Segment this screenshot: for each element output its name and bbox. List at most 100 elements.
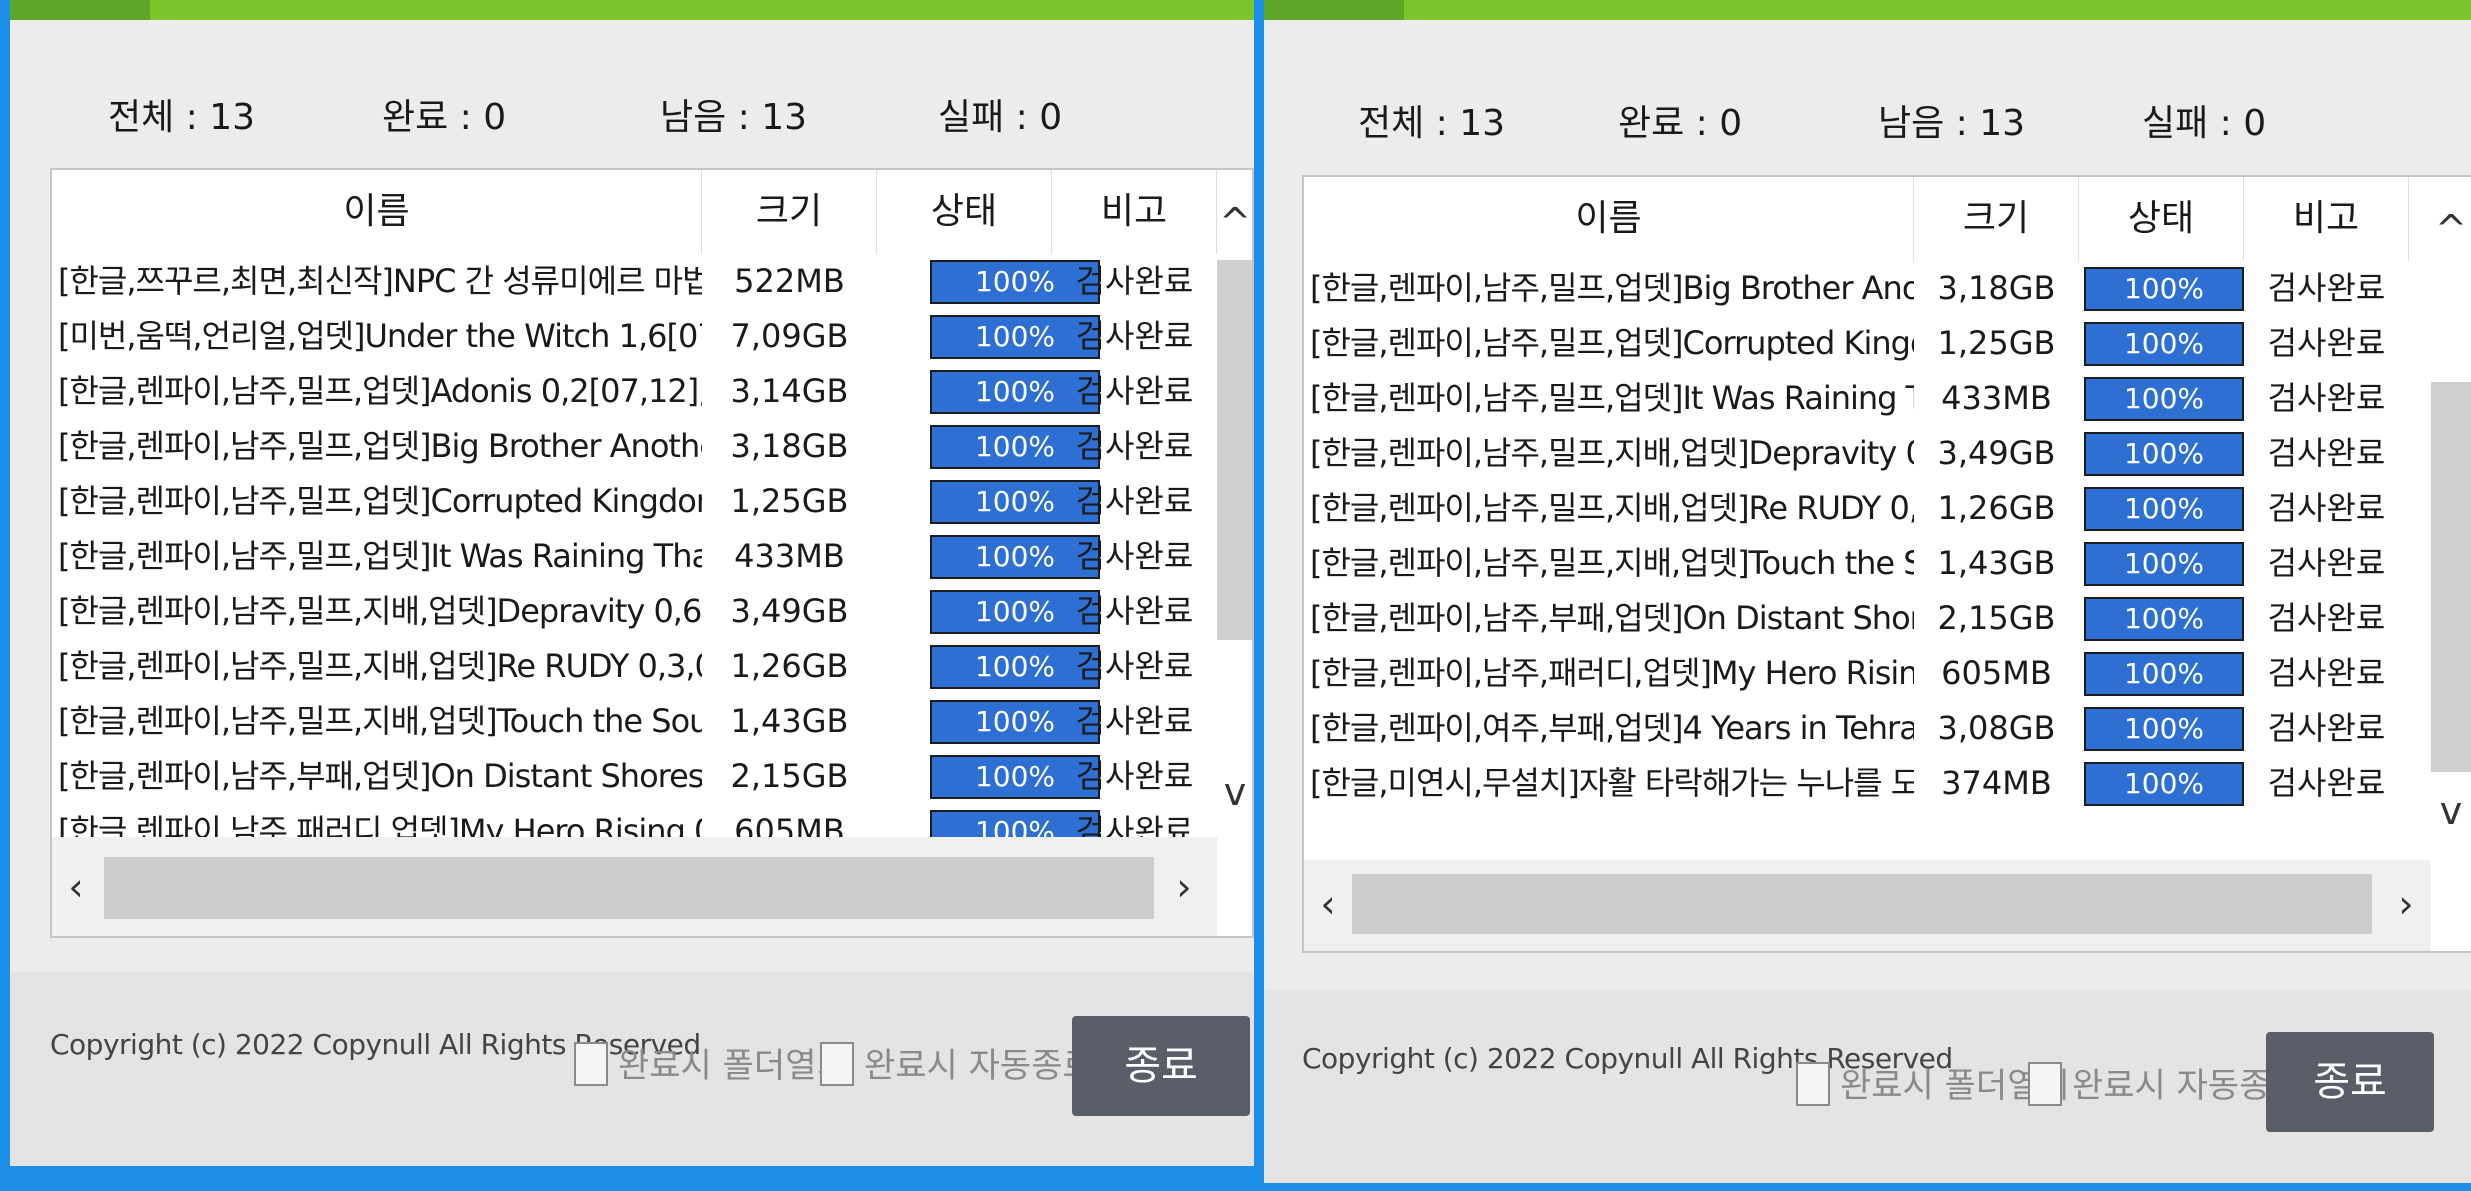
vertical-scroll-thumb[interactable] (1217, 260, 1252, 640)
table-row[interactable]: [한글,렌파이,남주,밀프,지배,업뎃]Touch the Soul 0,3[0… (52, 694, 1252, 749)
file-size: 374MB (1941, 764, 2052, 802)
table-row[interactable]: [한글,렌파이,남주,밀프,지배,업뎃]Depravity 0,61[07,12… (52, 584, 1252, 639)
file-name: [한글,렌파이,남주,패러디,업뎃]My Hero Rising 0,35[07… (1310, 654, 1914, 692)
scroll-up-icon[interactable]: ^ (1213, 200, 1252, 244)
column-header-name[interactable]: 이름 (52, 170, 702, 254)
exit-button[interactable]: 종료 (2266, 1032, 2434, 1132)
horizontal-scrollbar[interactable]: ‹ › (52, 837, 1217, 936)
file-status-note: 검사완료 (1075, 537, 1194, 575)
column-header-note[interactable]: 비고 (2244, 177, 2409, 261)
checker-window-left: 전체 : 13 완료 : 0 남음 : 13 실패 : 0 이름 크기 상태 비… (10, 0, 1254, 1166)
stat-remain: 남음 : 13 (660, 97, 808, 138)
column-header-status[interactable]: 상태 (2079, 177, 2244, 261)
table-row[interactable]: [한글,렌파이,남주,밀프,업뎃]Corrupted Kingdoms 0,15… (52, 474, 1252, 529)
table-row[interactable]: [한글,렌파이,남주,부패,업뎃]On Distant Shores 0,9[0… (52, 749, 1252, 804)
file-size: 1,26GB (730, 647, 849, 685)
scroll-left-icon[interactable]: ‹ (54, 865, 98, 909)
table-row[interactable]: [한글,렌파이,남주,밀프,업뎃]Corrupted Kingdoms 0,15… (1304, 316, 2471, 371)
exit-button[interactable]: 종료 (1072, 1016, 1250, 1116)
table-row[interactable]: [한글,렌파이,남주,밀프,업뎃]Big Brother Another Sto… (1304, 261, 2471, 316)
progress-bar: 100% (2084, 597, 2244, 641)
file-name: [한글,렌파이,남주,밀프,지배,업뎃]Re RUDY 0,3,0[07,12]… (58, 647, 702, 685)
column-header-size[interactable]: 크기 (1914, 177, 2079, 261)
progress-label: 100% (2123, 657, 2205, 690)
file-name: [한글,렌파이,남주,부패,업뎃]On Distant Shores 0,9[0… (58, 757, 702, 795)
scroll-left-icon[interactable]: ‹ (1306, 882, 1350, 926)
file-name: [한글,렌파이,남주,밀프,업뎃]Big Brother Another Sto… (58, 427, 702, 465)
file-name: [한글,렌파이,남주,밀프,업뎃]Adonis 0,2[07,12],zip,e… (58, 372, 702, 410)
vertical-scroll-thumb[interactable] (2431, 382, 2471, 772)
table-row[interactable]: [한글,렌파이,남주,부패,업뎃]On Distant Shores 0,9[0… (1304, 591, 2471, 646)
progress-label: 100% (2123, 767, 2205, 800)
title-accent-segment (10, 0, 150, 20)
file-status-note: 검사완료 (1075, 647, 1194, 685)
file-list[interactable]: 이름 크기 상태 비고 [한글,렌파이,남주,밀프,업뎃]Big Brother… (1302, 175, 2471, 953)
column-header-status[interactable]: 상태 (877, 170, 1052, 254)
progress-bar: 100% (2084, 487, 2244, 531)
open-folder-checkbox[interactable] (574, 1042, 608, 1086)
auto-exit-checkbox[interactable] (820, 1042, 854, 1086)
file-status-note: 검사완료 (1075, 262, 1194, 300)
scroll-right-icon[interactable]: › (1162, 865, 1206, 909)
table-row[interactable]: [한글,렌파이,남주,밀프,지배,업뎃]Touch the Soul 0,3[0… (1304, 536, 2471, 591)
vertical-scrollbar[interactable]: ^ v (1217, 170, 1252, 837)
checker-window-right: 전체 : 13 완료 : 0 남음 : 13 실패 : 0 이름 크기 상태 비… (1264, 0, 2471, 1183)
table-row[interactable]: [한글,렌파이,남주,밀프,업뎃]Adonis 0,2[07,12],zip,e… (52, 364, 1252, 419)
file-name: [미번,움떡,언리얼,업뎃]Under the Witch 1,6[07,12]… (58, 317, 702, 355)
scroll-right-icon[interactable]: › (2384, 882, 2428, 926)
table-row[interactable]: [한글,렌파이,남주,밀프,지배,업뎃]Re RUDY 0,3,0[07,12]… (1304, 481, 2471, 536)
table-row[interactable]: [한글,렌파이,남주,밀프,업뎃]It Was Raining That Nig… (1304, 371, 2471, 426)
column-header-name[interactable]: 이름 (1304, 177, 1914, 261)
file-name: [한글,렌파이,남주,밀프,지배,업뎃]Re RUDY 0,3,0[07,12]… (1310, 489, 1914, 527)
table-row[interactable]: [한글,미연시,무설치]자활 타락해가는 누나를 도울 수 없는 L 374MB 1… (1304, 756, 2471, 811)
open-folder-label: 완료시 폴더열기 (618, 1046, 848, 1086)
progress-label: 100% (2123, 712, 2205, 745)
horizontal-scroll-thumb[interactable] (1352, 874, 2372, 934)
progress-bar: 100% (2084, 377, 2244, 421)
horizontal-scrollbar[interactable]: ‹ › (1304, 860, 2431, 951)
table-row[interactable]: [한글,렌파이,남주,밀프,지배,업뎃]Re RUDY 0,3,0[07,12]… (52, 639, 1252, 694)
file-status-note: 검사완료 (2267, 599, 2386, 637)
table-row[interactable]: [한글,렌파이,남주,패러디,업뎃]My Hero Rising 0,35[07… (1304, 646, 2471, 701)
file-status-note: 검사완료 (2267, 324, 2386, 362)
file-name: [한글,렌파이,남주,밀프,업뎃]It Was Raining That Nig… (58, 537, 702, 575)
open-folder-checkbox[interactable] (1796, 1062, 1830, 1106)
stat-fail: 실패 : 0 (938, 97, 1063, 138)
column-header-size[interactable]: 크기 (702, 170, 877, 254)
file-size: 605MB (1941, 654, 2052, 692)
progress-bar: 100% (2084, 542, 2244, 586)
progress-label: 100% (2123, 272, 2205, 305)
scroll-down-icon[interactable]: v (1213, 770, 1252, 814)
scroll-up-icon[interactable]: ^ (2429, 207, 2471, 251)
stat-total: 전체 : 13 (1358, 103, 1506, 144)
file-size: 522MB (734, 262, 845, 300)
scroll-down-icon[interactable]: v (2429, 789, 2471, 833)
horizontal-scroll-thumb[interactable] (104, 857, 1154, 919)
file-status-note: 검사완료 (1075, 592, 1194, 630)
table-row[interactable]: [한글,렌파이,남주,밀프,지배,업뎃]Depravity 0,61[07,12… (1304, 426, 2471, 481)
file-name: [한글,렌파이,남주,밀프,지배,업뎃]Depravity 0,61[07,12… (58, 592, 702, 630)
table-row[interactable]: [한글,렌파이,남주,밀프,업뎃]It Was Raining That Nig… (52, 529, 1252, 584)
file-status-note: 검사완료 (2267, 544, 2386, 582)
file-size: 1,43GB (730, 702, 849, 740)
title-accent-segment (1264, 0, 1404, 20)
file-name: [한글,렌파이,남주,밀프,업뎃]Corrupted Kingdoms 0,15… (1310, 324, 1914, 362)
auto-exit-checkbox[interactable] (2028, 1062, 2062, 1106)
table-row[interactable]: [한글,렌파이,여주,부패,업뎃]4 Years in Tehran 0,5[0… (1304, 701, 2471, 756)
file-size: 7,09GB (730, 317, 849, 355)
table-row[interactable]: [미번,움떡,언리얼,업뎃]Under the Witch 1,6[07,12]… (52, 309, 1252, 364)
file-status-note: 검사완료 (1075, 427, 1194, 465)
file-size: 1,25GB (1937, 324, 2056, 362)
file-size: 3,49GB (1937, 434, 2056, 472)
file-name: [한글,렌파이,남주,밀프,지배,업뎃]Depravity 0,61[07,12… (1310, 434, 1914, 472)
stats-bar: 전체 : 13 완료 : 0 남음 : 13 실패 : 0 (1264, 86, 2471, 146)
file-list[interactable]: 이름 크기 상태 비고 [한글,쯔꾸르,최면,최신작]NPC 간 성류미에르 마… (50, 168, 1254, 938)
file-size: 3,08GB (1937, 709, 2056, 747)
progress-label: 100% (2123, 437, 2205, 470)
stats-bar: 전체 : 13 완료 : 0 남음 : 13 실패 : 0 (10, 80, 1254, 140)
column-header-note[interactable]: 비고 (1052, 170, 1217, 254)
file-size: 3,18GB (730, 427, 849, 465)
vertical-scrollbar[interactable]: ^ v (2431, 177, 2471, 860)
table-row[interactable]: [한글,쯔꾸르,최면,최신작]NPC 간 성류미에르 마법x원 [07,1 522… (52, 254, 1252, 309)
table-row[interactable]: [한글,렌파이,남주,밀프,업뎃]Big Brother Another Sto… (52, 419, 1252, 474)
